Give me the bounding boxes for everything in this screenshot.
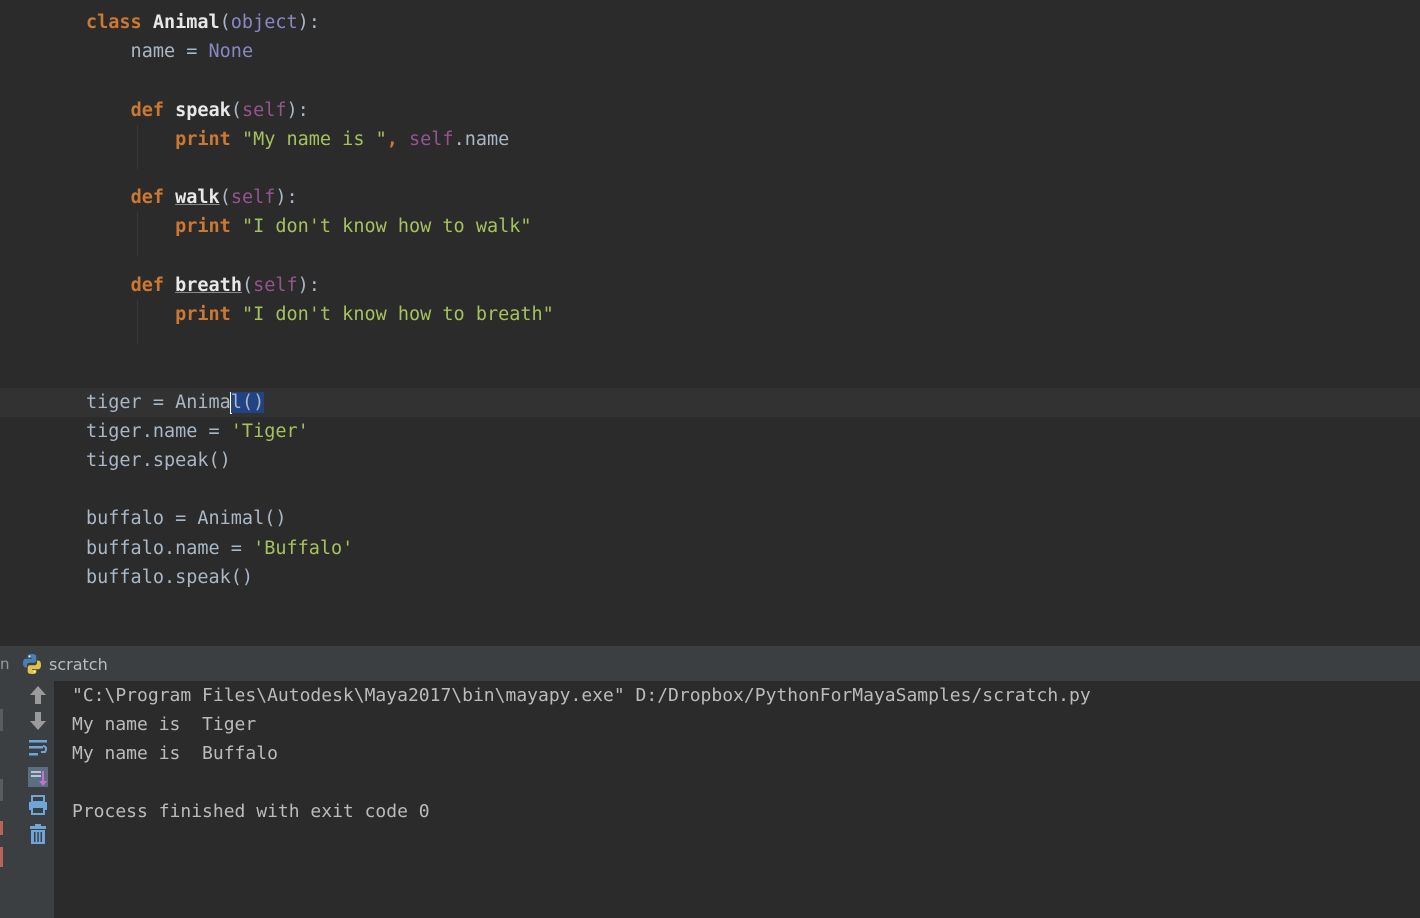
code-token: Animal (152, 12, 220, 33)
code-token: self (241, 100, 287, 121)
trash-icon[interactable] (26, 822, 50, 846)
code-token: print (175, 216, 242, 237)
code-line[interactable]: class Animal(object): (0, 8, 320, 37)
console-output-line: Process finished with exit code 0 (72, 801, 430, 822)
code-token: print (175, 129, 242, 150)
code-line[interactable] (0, 154, 86, 183)
code-token: name (86, 41, 187, 62)
code-token: .name (453, 129, 510, 150)
code-token: object (230, 12, 298, 33)
code-token: 'Buffalo' (253, 538, 354, 559)
code-token: ( (241, 275, 254, 296)
strip-mark-red (0, 847, 3, 867)
code-token: () (241, 392, 265, 413)
console-output-line: "C:\Program Files\Autodesk\Maya2017\bin\… (72, 685, 1091, 706)
code-line[interactable] (0, 329, 86, 358)
code-token: tiger.speak() (86, 450, 231, 471)
code-token: buffalo.speak() (86, 567, 254, 588)
code-line[interactable]: print "I don't know how to walk" (0, 212, 532, 241)
code-token: "My name is " (241, 129, 387, 150)
code-token: "I don't know how to walk" (241, 216, 532, 237)
scroll-to-end-icon[interactable] (26, 765, 50, 789)
code-token: tiger.name = (86, 421, 231, 442)
strip-mark (0, 709, 3, 731)
code-line[interactable]: print "My name is ", self.name (0, 125, 509, 154)
code-line[interactable]: buffalo = Animal() (0, 504, 286, 533)
code-token: 'Tiger' (230, 421, 309, 442)
run-config-name[interactable]: scratch (49, 655, 108, 674)
code-line[interactable]: tiger.speak() (0, 446, 231, 475)
code-token: self (409, 129, 454, 150)
print-icon[interactable] (26, 793, 50, 817)
code-token: breath (175, 275, 242, 296)
run-tab-prefix: n (0, 655, 10, 673)
python-icon (23, 654, 41, 674)
run-tool-window-header[interactable]: n scratch (0, 645, 1420, 681)
code-token: = (186, 41, 198, 62)
code-token: def (130, 100, 176, 121)
code-token: ( (219, 187, 231, 208)
code-line[interactable] (0, 358, 86, 387)
console-output-line: My name is Tiger (72, 714, 257, 735)
code-token: ( (230, 100, 242, 121)
code-token: class (86, 12, 153, 33)
code-line[interactable]: tiger.name = 'Tiger' (0, 417, 309, 446)
code-token: ): (297, 12, 320, 33)
soft-wrap-icon[interactable] (26, 736, 50, 760)
console-output-line: My name is Buffalo (72, 743, 278, 764)
code-token: ( (219, 12, 231, 33)
code-token: self (230, 187, 276, 208)
code-token: ): (297, 275, 320, 296)
code-token: ): (286, 100, 309, 121)
code-line[interactable]: def speak(self): (0, 96, 309, 125)
code-line[interactable]: buffalo.name = 'Buffalo' (0, 534, 353, 563)
code-token: def (130, 275, 176, 296)
left-tool-strip (0, 681, 23, 918)
code-token: "I don't know how to breath" (241, 304, 554, 325)
code-line[interactable]: buffalo.speak() (0, 563, 253, 592)
code-line[interactable]: def breath(self): (0, 271, 320, 300)
run-console[interactable]: "C:\Program Files\Autodesk\Maya2017\bin\… (0, 681, 1420, 918)
code-line[interactable] (0, 475, 86, 504)
down-arrow-icon[interactable] (26, 709, 50, 733)
code-token: self (253, 275, 298, 296)
up-arrow-icon[interactable] (26, 683, 50, 707)
code-line[interactable]: print "I don't know how to breath" (0, 300, 554, 329)
strip-mark-red (0, 821, 3, 835)
code-line-current[interactable]: tiger = Animal() (0, 388, 1420, 417)
code-token: , (386, 129, 410, 150)
code-token: speak (175, 100, 231, 121)
console-toolbar (22, 681, 55, 918)
code-token: def (130, 187, 176, 208)
code-token: tiger = Anim (86, 392, 220, 413)
code-token: walk (175, 187, 220, 208)
code-token: ): (275, 187, 298, 208)
code-token: None (208, 41, 254, 62)
code-line[interactable]: def walk(self): (0, 183, 298, 212)
code-line[interactable] (0, 242, 86, 271)
code-editor[interactable]: class Animal(object): name = None def sp… (0, 0, 1420, 645)
code-token: l (230, 392, 242, 413)
strip-mark (0, 779, 3, 801)
code-token: buffalo = Animal() (86, 508, 287, 529)
code-line[interactable]: name = None (0, 37, 254, 66)
code-token: print (175, 304, 242, 325)
code-line[interactable] (0, 66, 86, 95)
code-token: buffalo.name = (86, 538, 254, 559)
